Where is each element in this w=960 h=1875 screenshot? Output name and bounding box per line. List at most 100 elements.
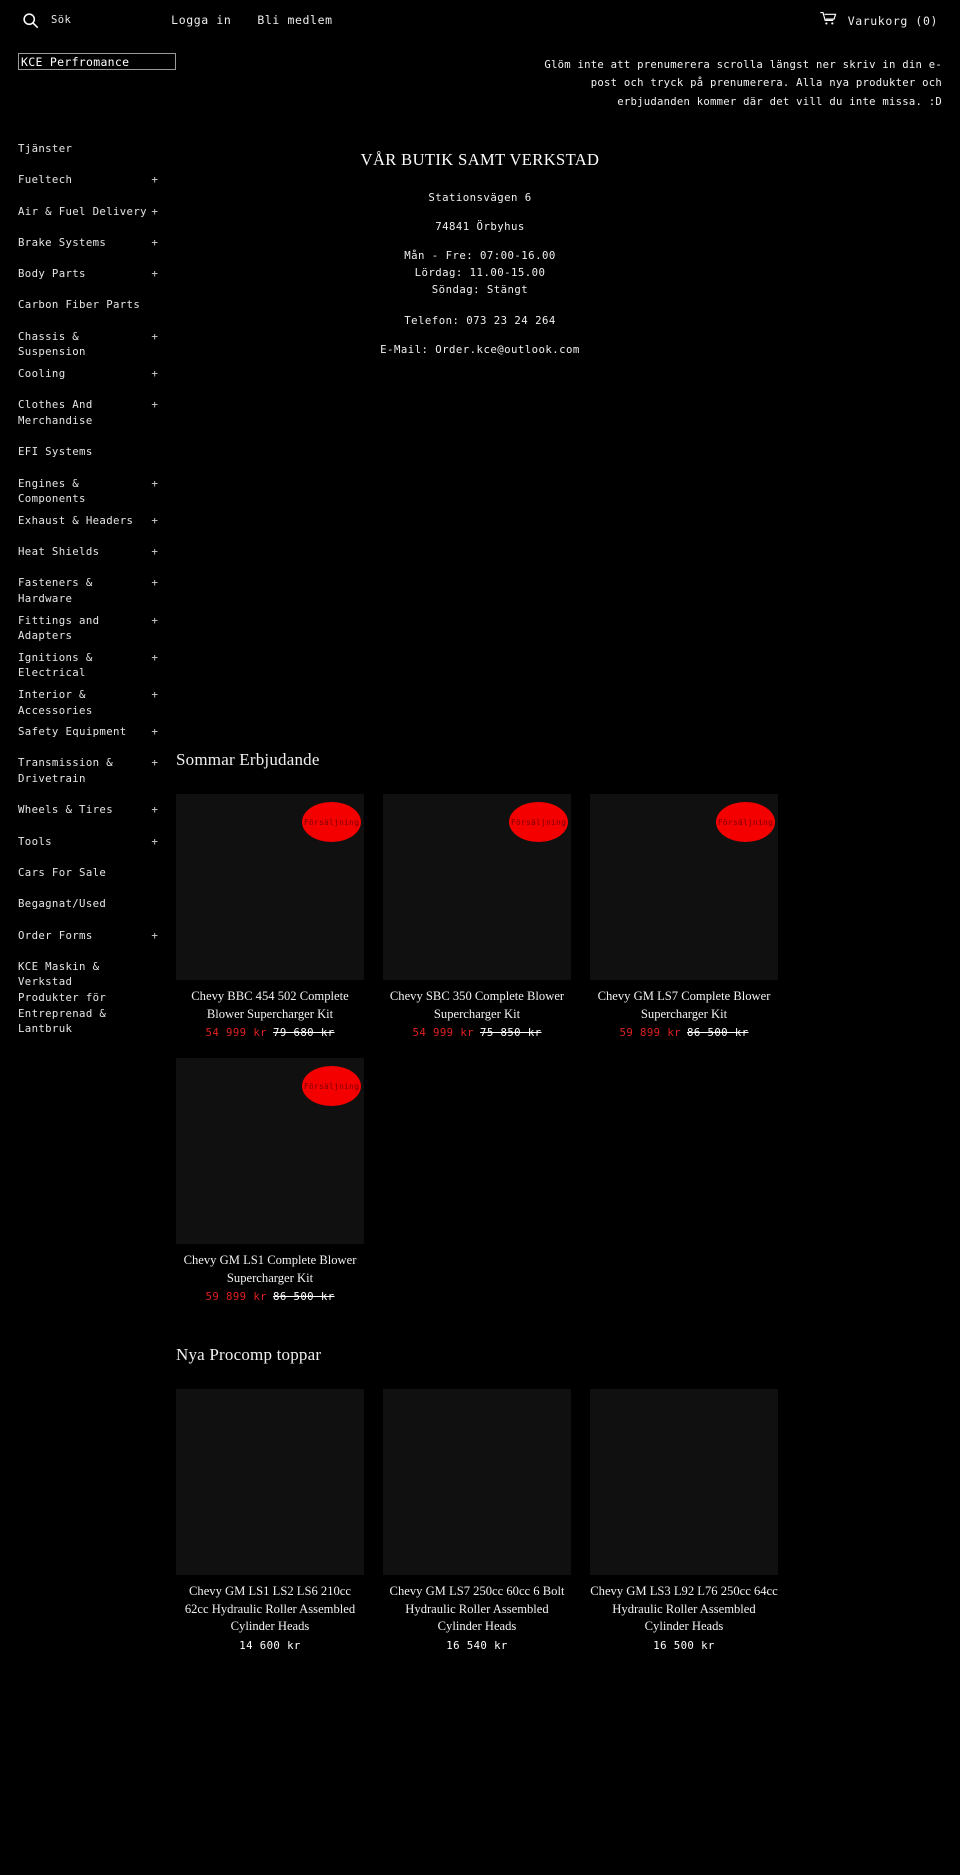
expand-plus-icon[interactable]: + bbox=[151, 260, 158, 282]
expand-plus-icon[interactable]: + bbox=[151, 470, 158, 492]
sidebar-item-clothes-and[interactable]: Clothes And Merchandise + bbox=[0, 391, 170, 438]
sidebar-item-chassis-suspension[interactable]: Chassis & Suspension + bbox=[0, 323, 170, 360]
sidebar-item-label: Air & Fuel Delivery bbox=[18, 204, 147, 218]
expand-plus-icon[interactable]: + bbox=[151, 391, 158, 413]
sidebar-item-cars-for-sale[interactable]: Cars For Sale bbox=[0, 859, 170, 890]
product-price-row: 59 899 kr 86 500 kr bbox=[176, 1289, 364, 1305]
sidebar-item-label: Carbon Fiber Parts bbox=[18, 298, 141, 312]
product-original-price: 86 500 kr bbox=[687, 1026, 749, 1039]
sidebar-item-label: Clothes And Merchandise bbox=[18, 398, 93, 427]
expand-plus-icon[interactable]: + bbox=[151, 538, 158, 560]
sidebar-item-brake-systems[interactable]: Brake Systems + bbox=[0, 229, 170, 260]
product-title[interactable]: Chevy GM LS1 Complete Blower Supercharge… bbox=[176, 1252, 364, 1287]
store-hours-weekday: Mån - Fre: 07:00-16.00 bbox=[404, 249, 556, 262]
sidebar-item-kce-maskin-verkstad[interactable]: KCE Maskin & Verkstad Produkter för Entr… bbox=[0, 953, 170, 1037]
product-price-row: 54 999 kr 75 850 kr bbox=[383, 1025, 571, 1041]
product-card[interactable]: Chevy GM LS3 L92 L76 250cc 64cc Hydrauli… bbox=[590, 1389, 778, 1654]
sidebar-item-engines-components[interactable]: Engines & Components + bbox=[0, 470, 170, 507]
product-card[interactable]: Chevy GM LS1 LS2 LS6 210cc 62cc Hydrauli… bbox=[176, 1389, 364, 1654]
product-card[interactable]: Försäljning Chevy GM LS7 Complete Blower … bbox=[590, 794, 778, 1041]
search-area[interactable]: Sök bbox=[22, 12, 71, 29]
expand-plus-icon[interactable]: + bbox=[151, 644, 158, 666]
sidebar-item-cooling[interactable]: Cooling + bbox=[0, 360, 170, 391]
sidebar-item-begagnat-used[interactable]: Begagnat/Used bbox=[0, 890, 170, 921]
expand-plus-icon[interactable]: + bbox=[151, 166, 158, 188]
sidebar-item-label: Order Forms bbox=[18, 928, 93, 942]
sidebar-item-tools[interactable]: Tools + bbox=[0, 828, 170, 859]
sidebar-item-carbon-fiber-parts[interactable]: Carbon Fiber Parts bbox=[0, 291, 170, 322]
sidebar-item-fueltech[interactable]: Fueltech + bbox=[0, 166, 170, 197]
expand-plus-icon[interactable]: + bbox=[151, 922, 158, 944]
product-card[interactable]: Försäljning Chevy BBC 454 502 Complete Bl… bbox=[176, 794, 364, 1041]
expand-plus-icon[interactable]: + bbox=[151, 229, 158, 251]
expand-plus-icon[interactable]: + bbox=[151, 828, 158, 850]
product-card[interactable]: Chevy GM LS7 250cc 60cc 6 Bolt Hydraulic… bbox=[383, 1389, 571, 1654]
sidebar-item-air-fuel-delivery[interactable]: Air & Fuel Delivery + bbox=[0, 198, 170, 229]
expand-plus-icon[interactable]: + bbox=[151, 681, 158, 703]
product-card[interactable]: Försäljning Chevy SBC 350 Complete Blower… bbox=[383, 794, 571, 1041]
sidebar-item-label: Wheels & Tires bbox=[18, 803, 113, 817]
product-title[interactable]: Chevy BBC 454 502 Complete Blower Superc… bbox=[176, 988, 364, 1023]
expand-plus-icon[interactable]: + bbox=[151, 796, 158, 818]
sidebar-item-transmission[interactable]: Transmission & Drivetrain + bbox=[0, 749, 170, 796]
expand-plus-icon[interactable]: + bbox=[151, 507, 158, 529]
sidebar-item-label: Fueltech bbox=[18, 173, 73, 187]
product-title[interactable]: Chevy GM LS7 250cc 60cc 6 Bolt Hydraulic… bbox=[383, 1583, 571, 1636]
signup-link[interactable]: Bli medlem bbox=[257, 13, 332, 27]
search-label[interactable]: Sök bbox=[51, 14, 71, 26]
product-price-row: 54 999 kr 79 680 kr bbox=[176, 1025, 364, 1041]
product-price-row: 16 500 kr bbox=[590, 1638, 778, 1654]
sidebar-item-fittings-and-adapters[interactable]: Fittings and Adapters + bbox=[0, 607, 170, 644]
product-title[interactable]: Chevy GM LS1 LS2 LS6 210cc 62cc Hydrauli… bbox=[176, 1583, 364, 1636]
product-image[interactable] bbox=[383, 1389, 571, 1575]
product-image[interactable]: Försäljning bbox=[383, 794, 571, 980]
sidebar-item-efi-systems[interactable]: EFI Systems bbox=[0, 438, 170, 469]
product-title[interactable]: Chevy GM LS7 Complete Blower Supercharge… bbox=[590, 988, 778, 1023]
shopping-cart-icon bbox=[820, 11, 837, 30]
product-image[interactable]: Försäljning bbox=[176, 794, 364, 980]
sidebar-item-order-forms[interactable]: Order Forms + bbox=[0, 922, 170, 953]
expand-plus-icon[interactable]: + bbox=[151, 749, 158, 771]
sidebar-item-heat-shields[interactable]: Heat Shields + bbox=[0, 538, 170, 569]
product-original-price: 75 850 kr bbox=[480, 1026, 542, 1039]
product-sale-price: 54 999 kr bbox=[205, 1026, 267, 1039]
product-title[interactable]: Chevy GM LS3 L92 L76 250cc 64cc Hydrauli… bbox=[590, 1583, 778, 1636]
sidebar-item-label: Brake Systems bbox=[18, 235, 107, 249]
sidebar-item-tj-nster[interactable]: Tjänster bbox=[0, 135, 170, 166]
store-info-heading: VÅR BUTIK SAMT VERKSTAD bbox=[360, 150, 600, 169]
expand-plus-icon[interactable]: + bbox=[151, 360, 158, 382]
sidebar-item-label: KCE Maskin & Verkstad Produkter för Entr… bbox=[18, 959, 107, 1036]
expand-plus-icon[interactable]: + bbox=[151, 323, 158, 345]
expand-plus-icon[interactable]: + bbox=[151, 198, 158, 220]
sidebar-item-wheels-tires[interactable]: Wheels & Tires + bbox=[0, 796, 170, 827]
product-card[interactable]: Försäljning Chevy GM LS1 Complete Blower … bbox=[176, 1058, 364, 1305]
sidebar-item-label: Fittings and Adapters bbox=[18, 613, 100, 643]
cart-button[interactable]: Varukorg (0) bbox=[820, 11, 938, 30]
product-title[interactable]: Chevy SBC 350 Complete Blower Supercharg… bbox=[383, 988, 571, 1023]
store-hours-sunday: Söndag: Stängt bbox=[431, 283, 529, 296]
sidebar-item-safety-equipment[interactable]: Safety Equipment + bbox=[0, 718, 170, 749]
product-image[interactable]: Försäljning bbox=[176, 1058, 364, 1244]
sidebar-item-ignitions-electrical[interactable]: Ignitions & Electrical + bbox=[0, 644, 170, 681]
expand-plus-icon[interactable]: + bbox=[151, 607, 158, 629]
sidebar-navigation: Tjänster Fueltech + Air & Fuel Delivery + Bra… bbox=[0, 135, 170, 1037]
expand-plus-icon[interactable]: + bbox=[151, 569, 158, 591]
sidebar-item-exhaust-headers[interactable]: Exhaust & Headers + bbox=[0, 507, 170, 538]
product-grid: Försäljning Chevy BBC 454 502 Complete Bl… bbox=[176, 777, 960, 1305]
login-link[interactable]: Logga in bbox=[171, 13, 231, 27]
sidebar-item-interior-accessories[interactable]: Interior & Accessories + bbox=[0, 681, 170, 718]
store-info-block: VÅR BUTIK SAMT VERKSTAD Stationsvägen 6 … bbox=[176, 150, 784, 370]
sidebar-item-label: Heat Shields bbox=[18, 545, 100, 559]
store-hours-saturday: Lördag: 11.00-15.00 bbox=[414, 266, 546, 279]
sidebar-item-body-parts[interactable]: Body Parts + bbox=[0, 260, 170, 291]
sidebar-item-fasteners-hardware[interactable]: Fasteners & Hardware + bbox=[0, 569, 170, 606]
top-bar: Sök Logga in Bli medlem Varukorg (0) bbox=[0, 0, 960, 40]
product-image[interactable]: Försäljning bbox=[590, 794, 778, 980]
product-image[interactable] bbox=[176, 1389, 364, 1575]
site-logo[interactable]: KCE Perfromance bbox=[18, 53, 176, 70]
product-sale-price: 59 899 kr bbox=[205, 1290, 267, 1303]
expand-plus-icon[interactable]: + bbox=[151, 718, 158, 740]
search-icon[interactable] bbox=[22, 12, 39, 29]
site-logo-text: KCE Perfromance bbox=[21, 54, 130, 69]
product-image[interactable] bbox=[590, 1389, 778, 1575]
